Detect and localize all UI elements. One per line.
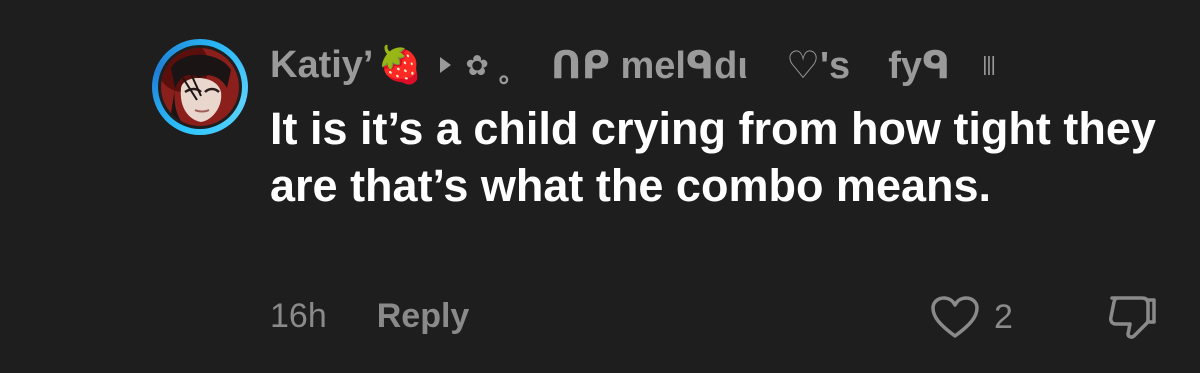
comment-text: It is it’s a child crying from how tight… xyxy=(270,103,1156,211)
name-segment-3: fyᑫ xyxy=(888,44,951,87)
strawberry-icon: 🍓 xyxy=(377,44,423,85)
thumbs-down-icon xyxy=(1109,296,1156,339)
heart-outline-icon xyxy=(931,296,979,338)
avatar-gap xyxy=(158,45,242,129)
name-segment-2: ♡'s xyxy=(785,44,851,87)
like-count: 2 xyxy=(994,297,1013,336)
author-name[interactable]: Katiy’ xyxy=(270,44,373,87)
like-button[interactable]: 2 xyxy=(930,294,1013,340)
flower-icon: ✿ xyxy=(465,49,489,81)
name-segment-1: ᑎᑭ melᑫdι xyxy=(550,44,748,87)
bars-decoration: ||| xyxy=(982,53,996,76)
timestamp: 16h xyxy=(270,296,327,335)
dislike-button[interactable] xyxy=(1106,294,1158,340)
avatar[interactable] xyxy=(152,39,248,135)
dot-decoration: 。 xyxy=(498,57,525,88)
author-line[interactable]: Katiy’ 🍓 ✿ 。 ᑎᑭ melᑫdι ♡'s fyᑫ ||| xyxy=(270,40,996,90)
avatar-image xyxy=(161,48,239,126)
reply-button[interactable]: Reply xyxy=(377,297,470,336)
play-icon xyxy=(440,57,452,73)
comment-footer: 16h Reply xyxy=(270,294,469,338)
